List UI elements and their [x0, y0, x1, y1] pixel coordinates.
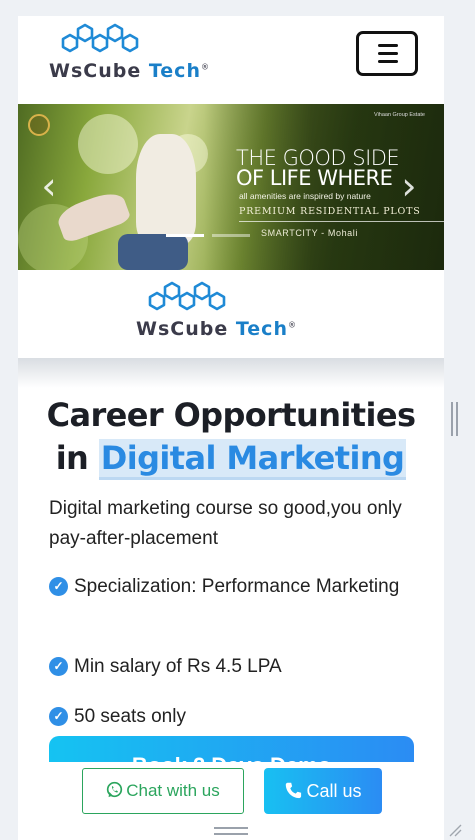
headline-highlight: Digital Marketing: [98, 439, 407, 480]
carousel-dot[interactable]: [212, 234, 250, 237]
honeycomb-logo-icon: [61, 23, 139, 53]
feature-text: Min salary of Rs 4.5 LPA: [74, 656, 282, 677]
carousel-dot-active[interactable]: [166, 234, 204, 237]
ad-banner-carousel[interactable]: Vihaan Group Estate THE GOOD SIDE OF LIF…: [18, 104, 444, 270]
chevron-left-icon[interactable]: ‹: [36, 166, 62, 206]
scroll-handle-line: [451, 402, 453, 436]
check-circle-icon: ✓: [49, 657, 68, 676]
banner-product: PREMIUM RESIDENTIAL PLOTS: [239, 206, 421, 217]
logo-wordmark: WsCube Tech®: [136, 318, 297, 340]
menu-toggle-button[interactable]: [356, 31, 418, 76]
section-shadow: [18, 358, 444, 388]
banner-tagline: all amenities are inspired by nature: [239, 191, 371, 201]
logo-word-tech: Tech: [235, 318, 288, 340]
page-frame: WsCube Tech® Vihaan Group Estate THE GOO…: [18, 16, 444, 840]
logo-word-wscube: WsCube: [49, 60, 142, 82]
hamburger-line: [378, 52, 398, 55]
whatsapp-icon: [107, 781, 123, 798]
banner-headline-line2: OF LIFE WHERE: [236, 166, 393, 190]
feature-item: ✓ 50 seats only: [49, 702, 419, 732]
phone-icon: [286, 782, 302, 799]
hamburger-menu-icon: [378, 44, 398, 47]
banner-divider: [239, 221, 444, 222]
brand-seal-icon: [28, 114, 50, 136]
call-label: Call us: [306, 781, 362, 801]
feature-item: ✓ Min salary of Rs 4.5 LPA: [49, 652, 419, 682]
banner-bokeh: [78, 114, 138, 174]
feature-text: 50 seats only: [74, 706, 186, 727]
banner-photo-figure: [136, 134, 196, 244]
call-us-button[interactable]: Call us: [264, 768, 382, 814]
check-circle-icon: ✓: [49, 707, 68, 726]
banner-photo-child: [54, 188, 132, 244]
hamburger-line: [378, 60, 398, 63]
banner-location: SMARTCITY - Mohali: [261, 228, 358, 238]
logo-wordmark: WsCube Tech®: [49, 60, 210, 82]
section-headline: Career Opportunities in Digital Marketin…: [18, 394, 444, 480]
whatsapp-chat-button[interactable]: Chat with us: [82, 768, 244, 814]
logo-word-wscube: WsCube: [136, 318, 229, 340]
drag-handle-line: [214, 827, 248, 829]
banner-photo-legs: [118, 234, 188, 270]
site-header: WsCube Tech®: [18, 16, 444, 104]
headline-in: in: [55, 439, 89, 477]
feature-item: ✓ Specialization: Performance Marketing: [49, 572, 419, 602]
whatsapp-label: Chat with us: [126, 781, 220, 800]
registered-mark: ®: [287, 320, 297, 330]
banner-small-note: Vihaan Group Estate: [374, 112, 425, 118]
registered-mark: ®: [200, 62, 210, 72]
side-scroll-handle[interactable]: [451, 402, 459, 436]
drag-handle-line: [214, 833, 248, 835]
resize-grip-icon[interactable]: [447, 822, 463, 838]
logo-word-tech: Tech: [148, 60, 201, 82]
header-logo[interactable]: WsCube Tech®: [49, 20, 241, 82]
promo-logo[interactable]: WsCube Tech®: [136, 278, 328, 340]
scroll-handle-line: [456, 402, 458, 436]
course-description: Digital marketing course so good,you onl…: [49, 498, 402, 549]
feature-text: Specialization: Performance Marketing: [74, 576, 400, 597]
bottom-drag-handle[interactable]: [214, 827, 248, 837]
honeycomb-logo-icon: [148, 281, 226, 311]
check-circle-icon: ✓: [49, 577, 68, 596]
headline-line1: Career Opportunities: [46, 396, 416, 434]
chevron-right-icon[interactable]: ›: [396, 166, 422, 206]
